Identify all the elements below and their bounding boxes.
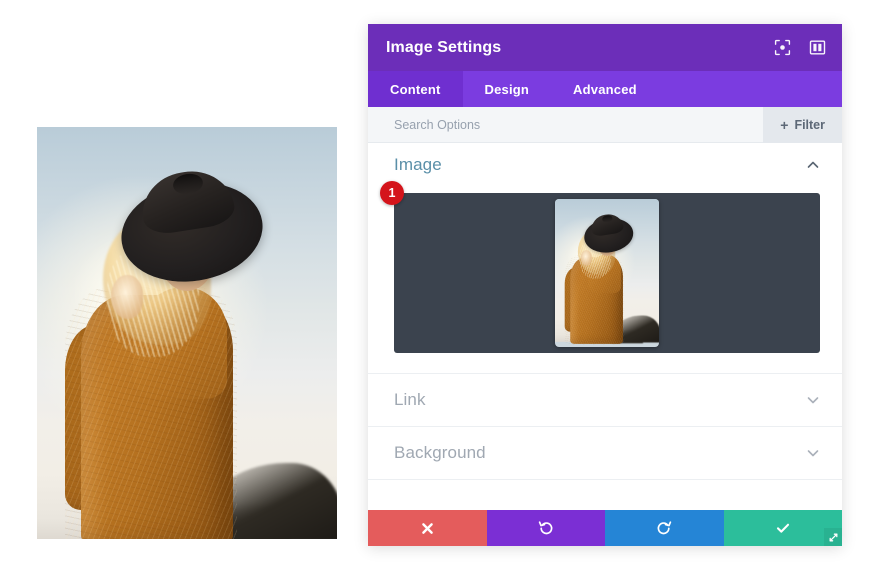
panel-title: Image Settings	[386, 38, 502, 56]
resize-grip-icon[interactable]	[824, 528, 842, 546]
layout-columns-icon[interactable]	[809, 39, 826, 56]
section-title-link: Link	[394, 390, 426, 409]
photo-artwork	[37, 127, 337, 539]
redo-button[interactable]	[605, 510, 724, 546]
chevron-up-icon[interactable]	[806, 158, 820, 172]
chevron-down-icon-link[interactable]	[806, 393, 820, 407]
search-options-row: + Filter	[368, 107, 842, 143]
panel-header: Image Settings	[368, 24, 842, 71]
image-upload-section: 1	[368, 181, 842, 373]
hand	[111, 275, 143, 319]
section-header-background[interactable]: Background	[368, 427, 842, 479]
divider	[368, 479, 842, 480]
tab-design[interactable]: Design	[463, 71, 552, 107]
image-dropzone[interactable]: 1	[380, 181, 820, 353]
filter-button[interactable]: + Filter	[763, 107, 842, 143]
section-title-background: Background	[394, 443, 486, 462]
undo-button[interactable]	[486, 510, 605, 546]
focus-target-icon[interactable]	[774, 39, 791, 56]
page-image[interactable]	[37, 127, 337, 539]
tab-content[interactable]: Content	[368, 71, 463, 107]
section-title-image: Image	[394, 155, 442, 174]
section-header-link[interactable]: Link	[368, 374, 842, 426]
panel-body: Image 1 Link Background	[368, 143, 842, 510]
filter-button-label: Filter	[794, 118, 825, 132]
panel-tabs: Content Design Advanced	[368, 71, 842, 107]
chevron-down-icon-background[interactable]	[806, 446, 820, 460]
panel-footer	[368, 510, 842, 546]
step-badge-1: 1	[380, 181, 404, 205]
image-settings-panel: Image Settings Content Design Advanced S…	[368, 24, 842, 546]
panel-header-actions	[774, 39, 826, 56]
image-thumbnail[interactable]	[555, 199, 659, 347]
thumbnail-artwork	[555, 199, 659, 345]
tab-advanced[interactable]: Advanced	[551, 71, 659, 107]
cancel-button[interactable]	[368, 510, 487, 546]
section-header-image[interactable]: Image	[368, 143, 842, 187]
plus-icon: +	[780, 117, 789, 133]
screen: Image Settings Content Design Advanced S…	[0, 0, 880, 567]
